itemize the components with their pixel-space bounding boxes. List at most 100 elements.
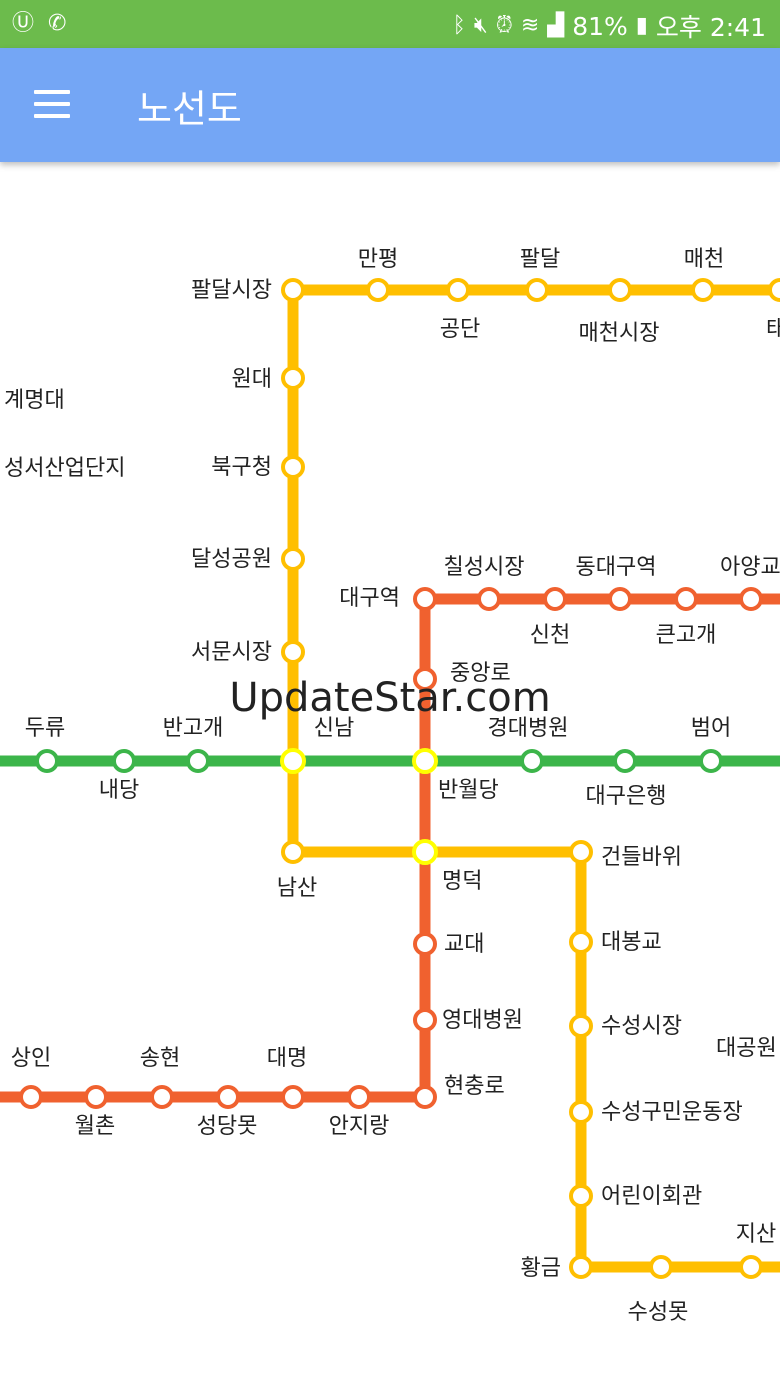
- station-dot-paldal[interactable]: [525, 278, 549, 302]
- station-dot-songhyeon[interactable]: [150, 1085, 174, 1109]
- label-seomun[interactable]: 서문시장: [191, 640, 272, 665]
- label-keungogae[interactable]: 큰고개: [656, 623, 717, 648]
- label-suseong-market[interactable]: 수성시장: [601, 1014, 682, 1039]
- station-dot-dongdaegu[interactable]: [608, 587, 632, 611]
- subway-map[interactable]: 만평 팔달 매천 팔달시장 공단 매천시장 태 계명대 원대 성서산업단지 북구…: [0, 162, 780, 1386]
- station-dot-suseonggu[interactable]: [569, 1100, 593, 1124]
- station-dot-daemyeong[interactable]: [281, 1085, 305, 1109]
- label-suseonggu[interactable]: 수성구민운동장: [601, 1100, 743, 1125]
- station-dot-daegubank[interactable]: [613, 749, 637, 773]
- station-dot-chilseong[interactable]: [477, 587, 501, 611]
- label-banwoldang[interactable]: 반월당: [438, 778, 499, 803]
- label-wolchon[interactable]: 월촌: [75, 1114, 115, 1139]
- label-bukgu[interactable]: 북구청: [211, 455, 272, 480]
- label-dongdaegu[interactable]: 동대구역: [576, 555, 657, 580]
- label-hyeonchung[interactable]: 현충로: [444, 1074, 505, 1099]
- station-dot-sincheon[interactable]: [543, 587, 567, 611]
- station-dot-paldal-market[interactable]: [281, 278, 305, 302]
- label-sangin[interactable]: 상인: [11, 1046, 51, 1071]
- label-seongdangmot[interactable]: 성당못: [197, 1114, 258, 1139]
- label-gongdan[interactable]: 공단: [440, 317, 480, 342]
- station-dot-suseongmot[interactable]: [649, 1255, 673, 1279]
- label-gyemyeong[interactable]: 계명대: [4, 388, 65, 413]
- label-maecheon[interactable]: 매천: [684, 247, 724, 272]
- label-eorini[interactable]: 어린이회관: [601, 1184, 702, 1209]
- label-songhyeon[interactable]: 송현: [140, 1046, 180, 1071]
- station-dot-hyeonchung[interactable]: [413, 1085, 437, 1109]
- route-map-svg[interactable]: 만평 팔달 매천 팔달시장 공단 매천시장 태 계명대 원대 성서산업단지 북구…: [0, 162, 780, 1386]
- station-dot-anjirang[interactable]: [347, 1085, 371, 1109]
- transfer-dot-myeongdeok[interactable]: [412, 839, 438, 865]
- label-naedang[interactable]: 내당: [99, 778, 139, 803]
- wifi-icon: ≋: [520, 13, 540, 38]
- label-paldal[interactable]: 팔달: [520, 247, 560, 272]
- battery-percent: 81%: [572, 11, 628, 41]
- station-dot-ta[interactable]: [768, 278, 780, 302]
- label-dalseong[interactable]: 달성공원: [191, 547, 272, 572]
- station-dot-geondeul[interactable]: [569, 840, 593, 864]
- label-ta[interactable]: 태: [766, 317, 780, 342]
- label-namsan[interactable]: 남산: [277, 876, 317, 901]
- label-daegu[interactable]: 대구역: [339, 586, 400, 611]
- station-dot-gyodae[interactable]: [413, 932, 437, 956]
- label-chilseong[interactable]: 칠성시장: [444, 555, 525, 580]
- station-dot-gyeongdae[interactable]: [520, 749, 544, 773]
- station-dot-gongdan[interactable]: [446, 278, 470, 302]
- watermark: UpdateStar.com: [229, 675, 550, 721]
- station-dot-keungogae[interactable]: [674, 587, 698, 611]
- label-sincheon[interactable]: 신천: [530, 623, 570, 648]
- station-dot-wondae[interactable]: [281, 366, 305, 390]
- clock: 오후 2:41: [655, 13, 766, 42]
- station-dot-seongdangmot[interactable]: [216, 1085, 240, 1109]
- station-dot-daebong[interactable]: [569, 930, 593, 954]
- station-dot-suseong-market[interactable]: [569, 1014, 593, 1038]
- station-dot-sangin[interactable]: [19, 1085, 43, 1109]
- station-dot-bukgu[interactable]: [281, 455, 305, 479]
- label-myeongdeok[interactable]: 명덕: [442, 869, 482, 894]
- label-daegong[interactable]: 대공원: [716, 1036, 777, 1061]
- transfer-dot-sinnam[interactable]: [280, 748, 306, 774]
- transfer-dot-banwoldang[interactable]: [412, 748, 438, 774]
- label-geondeul[interactable]: 건들바위: [601, 845, 682, 870]
- label-daemyeong[interactable]: 대명: [267, 1046, 307, 1071]
- station-dot-namsan[interactable]: [281, 840, 305, 864]
- label-duryu[interactable]: 두류: [25, 716, 65, 741]
- label-ayang[interactable]: 아양교: [720, 555, 780, 580]
- station-dot-beomeo[interactable]: [699, 749, 723, 773]
- station-dot-dalseong[interactable]: [281, 547, 305, 571]
- station-dot-duryu[interactable]: [35, 749, 59, 773]
- label-bangogae[interactable]: 반고개: [163, 716, 224, 741]
- label-suseongmot[interactable]: 수성못: [628, 1300, 689, 1325]
- label-seongseo[interactable]: 성서산업단지: [4, 456, 125, 481]
- station-dot-seomun[interactable]: [281, 640, 305, 664]
- station-dot-maecheon[interactable]: [691, 278, 715, 302]
- label-hwanggeum[interactable]: 황금: [521, 1256, 561, 1281]
- label-wondae[interactable]: 원대: [232, 367, 272, 392]
- station-dot-naedang[interactable]: [112, 749, 136, 773]
- label-anjirang[interactable]: 안지랑: [329, 1114, 390, 1139]
- station-dot-hwanggeum[interactable]: [569, 1255, 593, 1279]
- label-daebong[interactable]: 대봉교: [601, 930, 662, 955]
- label-gyodae[interactable]: 교대: [444, 932, 484, 957]
- label-jisan[interactable]: 지산: [736, 1222, 776, 1247]
- label-paldal-market[interactable]: 팔달시장: [191, 278, 272, 303]
- app-bar: 노선도: [0, 48, 780, 162]
- u-plus-icon: Ⓤ: [12, 11, 35, 36]
- page-title: 노선도: [137, 89, 242, 131]
- mute-icon: 🔇︎: [473, 13, 488, 38]
- label-beomeo[interactable]: 범어: [691, 716, 731, 741]
- station-dot-mangpyeong[interactable]: [366, 278, 390, 302]
- label-yeongdae[interactable]: 영대병원: [442, 1008, 523, 1033]
- station-dot-bangogae[interactable]: [186, 749, 210, 773]
- station-dot-eorini[interactable]: [569, 1184, 593, 1208]
- label-mangpyeong[interactable]: 만평: [358, 247, 398, 272]
- station-dot-wolchon[interactable]: [84, 1085, 108, 1109]
- station-dot-yeongdae[interactable]: [413, 1008, 437, 1032]
- station-dot-jisan[interactable]: [739, 1255, 763, 1279]
- hamburger-menu-icon[interactable]: [34, 90, 70, 118]
- station-dot-maecheon-market[interactable]: [608, 278, 632, 302]
- station-dot-ayang[interactable]: [739, 587, 763, 611]
- label-maecheon-market[interactable]: 매천시장: [579, 321, 660, 346]
- station-dot-daegu[interactable]: [413, 587, 437, 611]
- label-daegubank[interactable]: 대구은행: [586, 784, 667, 809]
